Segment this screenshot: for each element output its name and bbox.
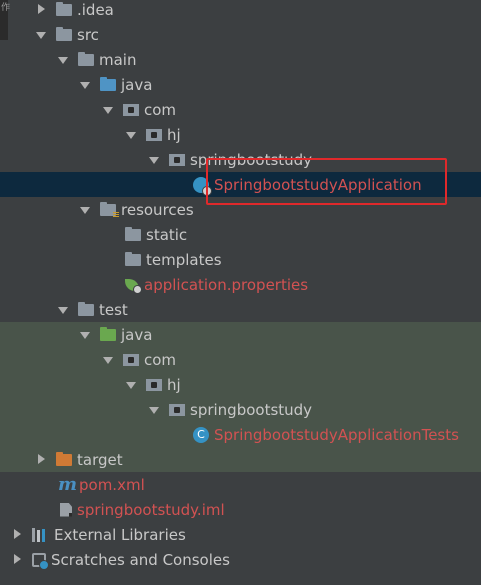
tree-item-test[interactable]: test <box>0 297 481 322</box>
test-source-folder-icon <box>100 326 116 341</box>
tree-item-label: java <box>121 75 153 94</box>
collapse-arrow-icon[interactable] <box>149 154 161 166</box>
tree-item-label: com <box>144 350 177 369</box>
excluded-folder-icon <box>56 451 72 466</box>
tree-item-label: test <box>99 300 128 319</box>
libraries-icon <box>32 527 49 542</box>
package-icon <box>169 153 185 166</box>
java-class-icon: C <box>193 426 209 443</box>
collapse-arrow-icon[interactable] <box>80 79 92 91</box>
tree-item-java-test[interactable]: java <box>0 322 481 347</box>
tree-item-label: main <box>99 50 137 69</box>
expand-arrow-icon[interactable] <box>12 554 24 566</box>
collapse-arrow-icon[interactable] <box>80 329 92 341</box>
red-highlight-box <box>206 158 447 205</box>
tree-item-pom-xml[interactable]: m pom.xml <box>0 472 481 497</box>
tree-item-label: Scratches and Consoles <box>51 550 230 569</box>
collapse-arrow-icon[interactable] <box>149 404 161 416</box>
package-icon <box>146 128 162 141</box>
collapse-arrow-icon[interactable] <box>80 204 92 216</box>
tree-item-label: target <box>77 450 123 469</box>
collapse-arrow-icon[interactable] <box>126 379 138 391</box>
expand-arrow-icon[interactable] <box>36 4 48 16</box>
spring-properties-icon <box>125 278 142 294</box>
tree-item-hj-main[interactable]: hj <box>0 122 481 147</box>
package-icon <box>146 378 162 391</box>
module-file-icon <box>60 502 72 517</box>
tree-item-static[interactable]: static <box>0 222 481 247</box>
collapse-arrow-icon[interactable] <box>103 104 115 116</box>
tree-item-iml[interactable]: springbootstudy.iml <box>0 497 481 522</box>
tree-item-hj-test[interactable]: hj <box>0 372 481 397</box>
tree-item-label: springbootstudy.iml <box>77 500 225 519</box>
tree-item-src[interactable]: src <box>0 22 481 47</box>
collapse-arrow-icon[interactable] <box>36 29 48 41</box>
tree-item-target[interactable]: target <box>0 447 481 472</box>
tree-item-application-properties[interactable]: application.properties <box>0 272 481 297</box>
folder-icon <box>125 251 141 266</box>
package-icon <box>169 403 185 416</box>
package-icon <box>123 103 139 116</box>
tree-item-label: java <box>121 325 153 344</box>
tree-item-springbootstudy-application-tests[interactable]: C SpringbootstudyApplicationTests <box>0 422 481 447</box>
tree-item-label: hj <box>167 375 181 394</box>
folder-icon <box>78 51 94 66</box>
tree-item-springbootstudy-test[interactable]: springbootstudy <box>0 397 481 422</box>
folder-icon <box>78 301 94 316</box>
tree-item-label: SpringbootstudyApplicationTests <box>214 425 459 444</box>
tree-item-com-test[interactable]: com <box>0 347 481 372</box>
folder-icon <box>56 1 72 16</box>
tree-item-com-main[interactable]: com <box>0 97 481 122</box>
tree-item-label: springbootstudy <box>190 400 313 419</box>
tree-item-scratches[interactable]: Scratches and Consoles <box>0 547 481 572</box>
collapse-arrow-icon[interactable] <box>58 304 70 316</box>
tree-item-label: static <box>146 225 188 244</box>
maven-icon: m <box>58 473 78 495</box>
tree-item-label: hj <box>167 125 181 144</box>
collapse-arrow-icon[interactable] <box>58 54 70 66</box>
tree-item-label: External Libraries <box>54 525 186 544</box>
tree-item-external-libraries[interactable]: External Libraries <box>0 522 481 547</box>
tree-item-label: resources <box>121 200 194 219</box>
tree-item-idea[interactable]: .idea <box>0 0 481 22</box>
tree-item-label: src <box>77 25 99 44</box>
package-icon <box>123 353 139 366</box>
expand-arrow-icon[interactable] <box>36 454 48 466</box>
tree-item-label: com <box>144 100 177 119</box>
tree-item-label: pom.xml <box>79 475 145 494</box>
tree-item-label: .idea <box>77 0 114 19</box>
tree-item-main[interactable]: main <box>0 47 481 72</box>
tree-item-java-main[interactable]: java <box>0 72 481 97</box>
source-folder-icon <box>100 76 116 91</box>
folder-icon <box>56 26 72 41</box>
tree-item-label: templates <box>146 250 222 269</box>
collapse-arrow-icon[interactable] <box>103 354 115 366</box>
scratches-icon <box>32 552 49 570</box>
tree-item-label: application.properties <box>144 275 309 294</box>
collapse-arrow-icon[interactable] <box>126 129 138 141</box>
resources-folder-icon <box>100 201 119 218</box>
folder-icon <box>125 226 141 241</box>
expand-arrow-icon[interactable] <box>12 529 24 541</box>
tree-item-templates[interactable]: templates <box>0 247 481 272</box>
